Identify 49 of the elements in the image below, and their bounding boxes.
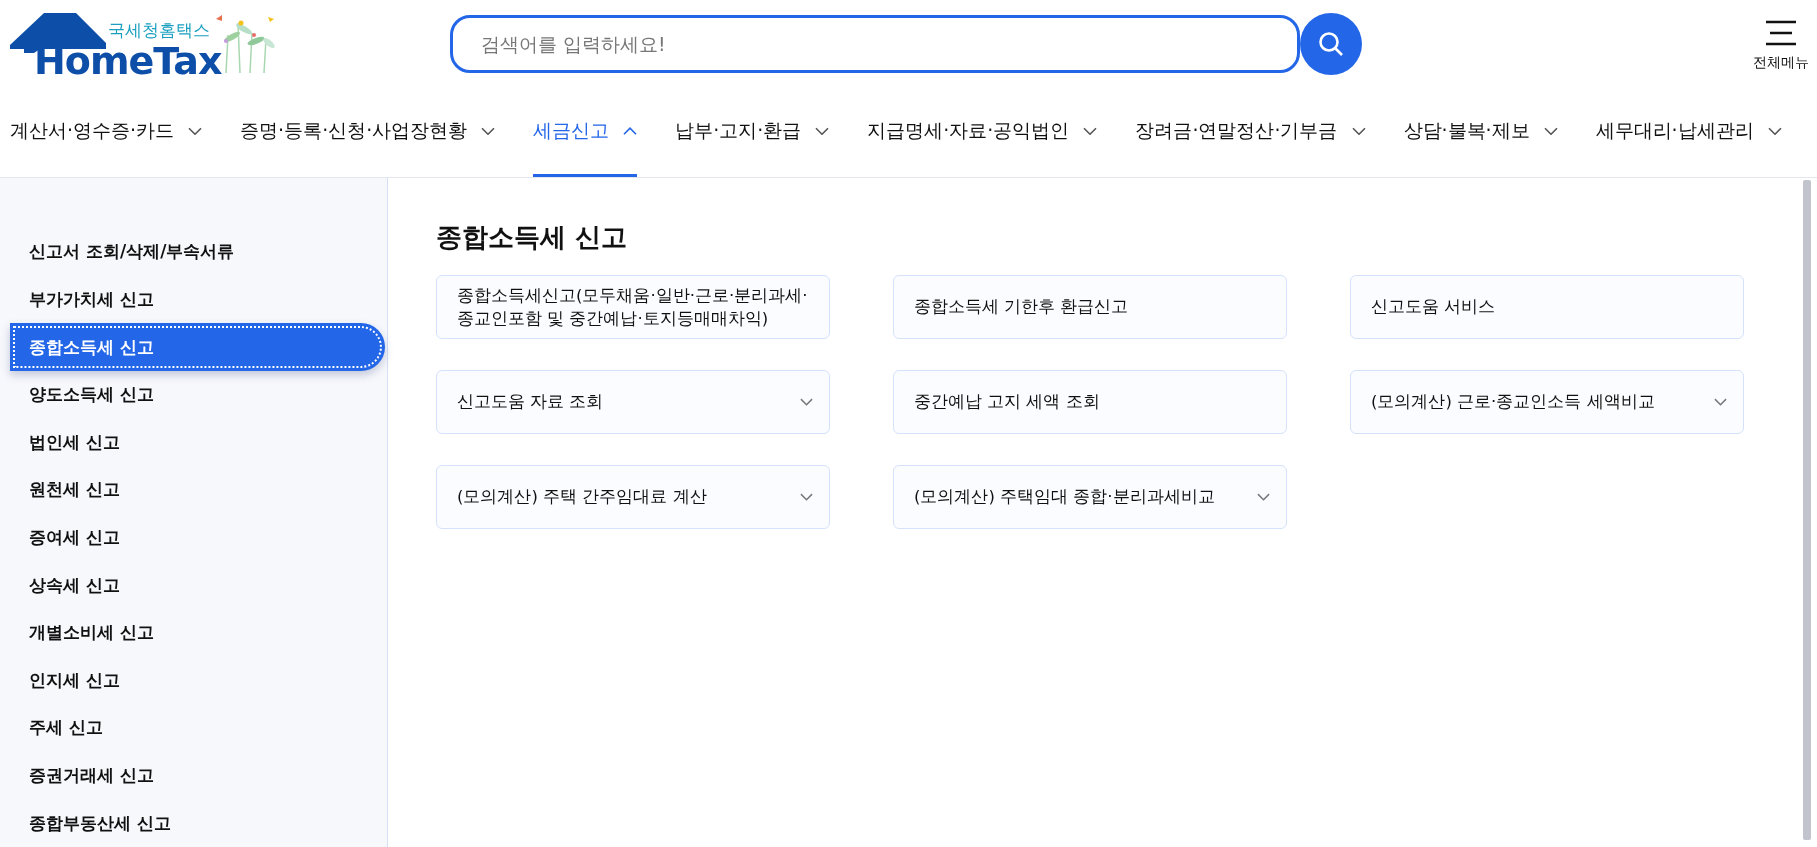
sidebar-item[interactable]: 증여세 신고 [10, 513, 385, 562]
sidebar-item[interactable]: 상속세 신고 [10, 561, 385, 609]
caret-icon [1351, 126, 1366, 136]
caret-icon [1543, 126, 1558, 136]
menu-card[interactable]: 종합소득세신고(모두채움·일반·근로·분리과세·종교인포함 및 중간예납·토지등매매차익) [436, 275, 830, 339]
nav-tab[interactable]: 증명·등록·신청·사업장현황 [240, 88, 496, 177]
sidebar-item[interactable]: 종합소득세 신고 [10, 323, 385, 371]
caret-icon [481, 126, 496, 136]
search-icon [1317, 30, 1345, 58]
sidebar-item[interactable]: 신고서 조회/삭제/부속서류 [10, 228, 385, 276]
nav-tab[interactable]: 세무대리·납세관리 [1595, 88, 1782, 177]
nav-tab[interactable]: 계산서·영수증·카드 [10, 88, 203, 177]
menu-card[interactable]: 중간예납 고지 세액 조회 [893, 370, 1287, 434]
caret-icon [1767, 126, 1782, 136]
caret-icon [800, 493, 813, 501]
caret-icon [1257, 493, 1270, 501]
menu-card[interactable]: 신고도움 서비스 [1350, 275, 1744, 339]
sidebar-item[interactable]: 법인세 신고 [10, 418, 385, 467]
nav-tab[interactable]: 세금신고 [533, 88, 638, 177]
menu-card[interactable]: (모의계산) 주택임대 종합·분리과세비교 [893, 465, 1287, 529]
caret-icon [815, 126, 830, 136]
nav-tab[interactable]: 납부·고지·환급 [675, 88, 830, 177]
all-menu-button[interactable]: 전체메뉴 [1753, 20, 1809, 72]
nav-tab[interactable]: 장려금·연말정산·기부금 [1135, 88, 1366, 177]
section-title: 종합소득세 신고 [436, 221, 629, 254]
sidebar-item[interactable]: 주세 신고 [10, 704, 385, 752]
caret-icon [1083, 126, 1098, 136]
sidebar-item[interactable]: 원천세 신고 [10, 466, 385, 514]
caret-icon [1714, 398, 1727, 406]
nav-tab[interactable]: 상담·불복·제보 [1403, 88, 1558, 177]
sidebar-item[interactable]: 증권거래세 신고 [10, 751, 385, 800]
search-field[interactable]: 검색어를 입력하세요! [450, 15, 1300, 73]
sidebar-item[interactable]: 부가가치세 신고 [10, 275, 385, 324]
menu-card[interactable]: (모의계산) 주택 간주임대료 계산 [436, 465, 830, 529]
caret-icon [188, 126, 203, 136]
menu-icon [1765, 20, 1797, 46]
menu-card[interactable]: 종합소득세 기한후 환급신고 [893, 275, 1287, 339]
menu-card[interactable]: (모의계산) 근로·종교인소득 세액비교 [1350, 370, 1744, 434]
nav-tab[interactable]: 지급명세·자료·공익법인 [867, 88, 1098, 177]
sidebar-item[interactable]: 종합부동산세 신고 [10, 799, 385, 847]
caret-icon [800, 398, 813, 406]
sidebar-item[interactable]: 양도소득세 신고 [10, 370, 385, 419]
scrollbar[interactable] [1803, 180, 1811, 840]
sidebar-item[interactable]: 개별소비세 신고 [10, 608, 385, 657]
logo-subtitle: 국세청홈택스 [108, 19, 210, 42]
menu-card[interactable]: 신고도움 자료 조회 [436, 370, 830, 434]
caret-icon [623, 126, 638, 136]
sidebar-item[interactable]: 인지세 신고 [10, 656, 385, 705]
logo-title: HomeTax [34, 39, 222, 83]
